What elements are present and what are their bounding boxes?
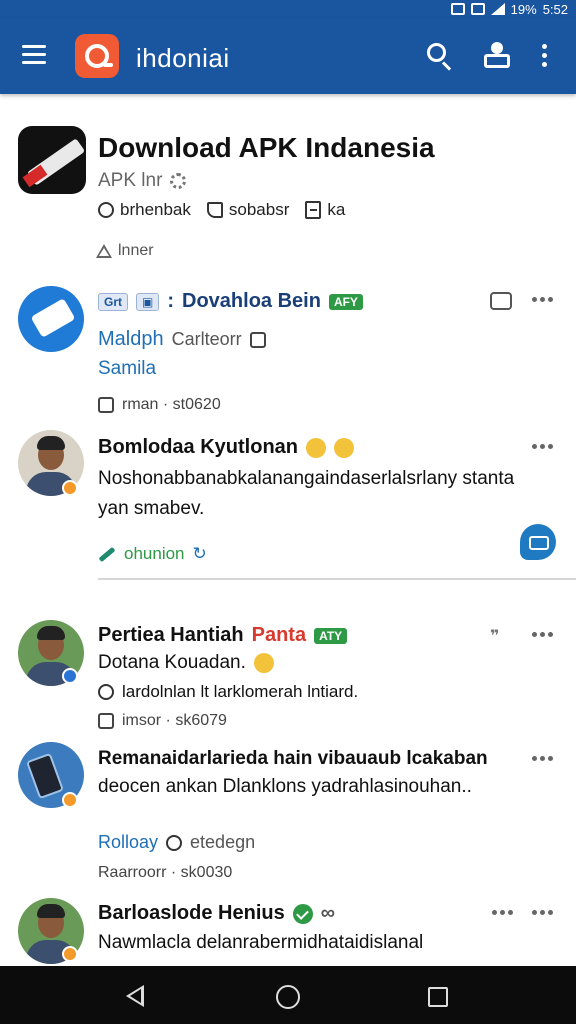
warning-icon — [96, 244, 112, 258]
post-title: Remanaidarlarieda hain vibauaub lcakaban — [98, 748, 488, 769]
image-icon — [470, 3, 485, 15]
emoji-icon — [306, 437, 327, 458]
notification-icon — [450, 3, 465, 15]
avatar — [18, 286, 84, 352]
settings-icon — [166, 834, 183, 851]
post-line: Rolloay etedegn — [98, 832, 256, 852]
post-line: Maldph Carlteorr — [98, 328, 266, 351]
verified-badge-icon — [62, 792, 78, 808]
home-icon[interactable] — [276, 985, 300, 1009]
more-options-icon[interactable] — [532, 910, 554, 916]
upload-icon[interactable] — [482, 40, 514, 72]
meta-item[interactable]: ka — [305, 200, 345, 220]
post-meta: imsor · sk6079 — [98, 712, 227, 730]
compose-fab[interactable] — [520, 524, 556, 560]
status-bar: 19% 5:52 — [0, 0, 576, 18]
post-item[interactable]: Pertiea Hantiah Panta ATY ❞ Dotana Kouad… — [0, 618, 576, 738]
divider — [98, 578, 576, 580]
more-options-icon[interactable] — [534, 40, 554, 72]
meta-item[interactable]: brhenbak — [98, 200, 191, 220]
signal-icon — [490, 3, 505, 15]
post-meta: Raarroorr · sk0030 — [98, 864, 233, 881]
clock: 5:52 — [542, 1, 568, 17]
app-name: Download APK Indanesia — [98, 132, 435, 163]
apk-app-icon — [18, 126, 86, 194]
box-icon — [305, 201, 322, 219]
badge: AFY — [328, 293, 363, 310]
search-icon[interactable] — [424, 40, 456, 72]
recents-icon[interactable] — [428, 987, 448, 1007]
more-options-icon[interactable] — [532, 632, 554, 638]
quote-icon[interactable]: ❞ — [490, 626, 499, 646]
verified-badge-icon — [62, 480, 78, 496]
badge: ATY — [314, 627, 348, 644]
verified-badge-icon — [62, 668, 78, 684]
infinity-icon: ∞ — [320, 902, 335, 924]
app-logo-icon — [75, 34, 119, 78]
post-title: Barloaslode Henius ∞ — [98, 902, 335, 924]
gear-icon — [170, 173, 187, 189]
clock-icon — [98, 684, 114, 700]
image-icon — [249, 331, 266, 348]
circle-icon — [98, 202, 114, 218]
app-title: ihdoniai — [136, 43, 230, 73]
post-item[interactable]: Remanaidarlarieda hain vibauaub lcakaban… — [0, 742, 576, 882]
system-nav-bar — [0, 966, 576, 1024]
app-header: Download APK Indanesia APK lnr brhenbak … — [0, 120, 576, 270]
post-title: Pertiea Hantiah Panta ATY — [98, 624, 348, 647]
reply-button[interactable]: ohunion ↻ — [98, 544, 207, 564]
post-body: Nawmlacla delanrabermidhataidislanal — [98, 932, 424, 953]
app-warning: lnner — [96, 242, 154, 260]
verified-badge-icon — [62, 946, 78, 962]
bookmark-icon[interactable] — [490, 292, 512, 310]
app-subtitle: APK lnr — [98, 170, 187, 192]
post-line: lardolnlan lt larklomerah lntiard. — [98, 682, 358, 702]
camera-icon — [98, 397, 114, 413]
post-body: Noshonabbanabkalanangaindaserlalsrlany s… — [98, 468, 515, 519]
post-title-line2: deocen ankan Dlanklons yadrahlasinouhan.… — [98, 776, 472, 797]
meta-item[interactable]: sobabsr — [206, 200, 289, 220]
emoji-icon — [253, 653, 274, 673]
back-icon[interactable] — [126, 985, 144, 1007]
emoji-icon — [334, 437, 355, 458]
post-line: Dotana Kouadan. — [98, 652, 274, 674]
app-meta: brhenbak sobabsr ka — [98, 200, 345, 220]
more-options-icon[interactable] — [532, 756, 554, 762]
post-item[interactable]: Bomlodaa Kyutlonan Noshonabbanabkalanang… — [0, 430, 576, 580]
battery-percent: 19% — [510, 1, 537, 17]
post-meta: rman · st0620 — [98, 396, 221, 414]
pen-icon — [98, 546, 116, 562]
post-item[interactable]: Grt ▣ : Dovahloa Bein AFY Maldph Carlteo… — [0, 284, 576, 424]
more-options-icon[interactable] — [532, 297, 554, 303]
camera-icon — [98, 713, 114, 729]
tag-icon — [206, 202, 223, 218]
verified-icon — [292, 903, 313, 924]
post-link[interactable]: Samila — [98, 354, 538, 384]
post-title: Grt ▣ : Dovahloa Bein AFY — [98, 290, 363, 313]
menu-button[interactable] — [22, 45, 46, 65]
more-options-icon[interactable] — [492, 910, 514, 916]
post-item[interactable]: Barloaslode Henius ∞ Nawmlacla delanrabe… — [0, 896, 576, 966]
post-title: Bomlodaa Kyutlonan — [98, 436, 355, 459]
menu-icon — [22, 45, 46, 48]
app-bar: ihdoniai — [0, 18, 576, 94]
more-options-icon[interactable] — [532, 444, 554, 450]
